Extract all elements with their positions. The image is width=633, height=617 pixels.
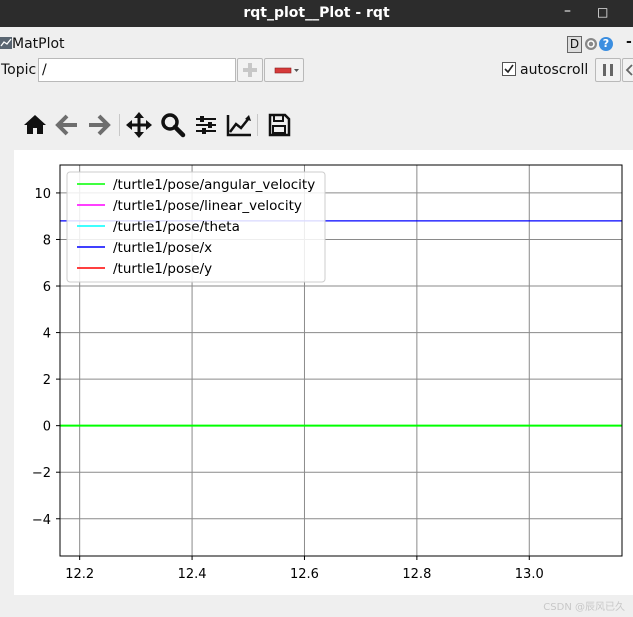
autoscroll-checkbox[interactable] — [502, 62, 516, 76]
maximize-button[interactable]: □ — [597, 5, 608, 19]
y-tick-label: −4 — [32, 513, 51, 528]
save-icon — [268, 113, 291, 137]
edit-curve-button[interactable] — [224, 110, 254, 140]
autoscroll-label: autoscroll — [520, 62, 589, 78]
y-tick-label: 0 — [43, 420, 51, 435]
y-tick-label: −2 — [32, 466, 51, 481]
legend-label: /turtle1/pose/theta — [113, 219, 240, 235]
plus-icon — [243, 63, 257, 77]
pan-icon — [126, 112, 152, 138]
dock-button[interactable]: D — [567, 36, 582, 53]
clear-icon — [625, 64, 633, 76]
remove-topic-button[interactable] — [264, 58, 304, 82]
pause-icon — [603, 64, 613, 76]
zoom-icon — [161, 113, 186, 138]
edit-curve-icon — [226, 115, 251, 137]
x-tick-label: 12.4 — [178, 567, 207, 582]
matplot-plugin-icon — [0, 37, 12, 49]
checkmark-icon — [504, 64, 514, 74]
zoom-button[interactable] — [158, 110, 188, 140]
topic-input-value: / — [42, 62, 47, 78]
close-plugin-button[interactable]: - — [626, 34, 632, 50]
subplots-button[interactable] — [191, 110, 221, 140]
legend-label: /turtle1/pose/x — [113, 240, 212, 256]
reload-icon[interactable] — [584, 37, 598, 51]
line-chart[interactable]: 12.2 12.4 12.6 12.8 13.0 −4 −2 0 2 4 6 8 10/turtle1/… — [14, 150, 633, 595]
save-button[interactable] — [264, 110, 294, 140]
home-button[interactable] — [20, 110, 50, 140]
x-tick-label: 12.8 — [402, 567, 431, 582]
topic-row: Topic / autoscroll — [0, 57, 633, 83]
plugin-bar: MatPlot D ? - — [0, 34, 633, 54]
minimize-button[interactable]: – — [564, 3, 571, 19]
x-tick-label: 12.2 — [65, 567, 94, 582]
x-tick-label: 12.6 — [290, 567, 319, 582]
back-arrow-icon — [55, 114, 77, 136]
y-tick-label: 2 — [43, 373, 51, 388]
home-icon — [24, 115, 46, 134]
window-title-bar: rqt_plot__Plot - rqt – □ — [0, 0, 633, 27]
x-tick-label: 13.0 — [515, 567, 544, 582]
toolbar-separator — [257, 114, 258, 136]
minus-dropdown-icon — [274, 67, 299, 74]
y-tick-label: 4 — [43, 327, 51, 342]
legend-label: /turtle1/pose/angular_velocity — [113, 177, 315, 193]
pause-button[interactable] — [595, 58, 621, 82]
plugin-name: MatPlot — [12, 36, 65, 52]
toolbar-separator — [119, 114, 120, 136]
y-tick-label: 6 — [43, 280, 51, 295]
topic-input[interactable]: / — [38, 58, 236, 82]
watermark-credit: CSDN @辰风已久 — [543, 602, 625, 613]
forward-button[interactable] — [84, 110, 114, 140]
plot-canvas[interactable]: 12.2 12.4 12.6 12.8 13.0 −4 −2 0 2 4 6 8 10/turtle1/… — [14, 150, 633, 595]
y-tick-label: 8 — [43, 233, 51, 248]
help-icon[interactable]: ? — [599, 37, 613, 51]
pan-button[interactable] — [124, 110, 154, 140]
topic-label: Topic — [1, 62, 37, 78]
legend-label: /turtle1/pose/linear_velocity — [113, 198, 302, 214]
window-title: rqt_plot__Plot - rqt — [243, 5, 390, 21]
back-button[interactable] — [52, 110, 82, 140]
add-topic-button[interactable] — [237, 58, 263, 82]
forward-arrow-icon — [89, 114, 111, 136]
y-tick-label: 10 — [34, 187, 51, 202]
clear-button[interactable] — [622, 58, 633, 82]
subplots-config-icon — [196, 116, 216, 134]
legend-label: /turtle1/pose/y — [113, 261, 212, 277]
